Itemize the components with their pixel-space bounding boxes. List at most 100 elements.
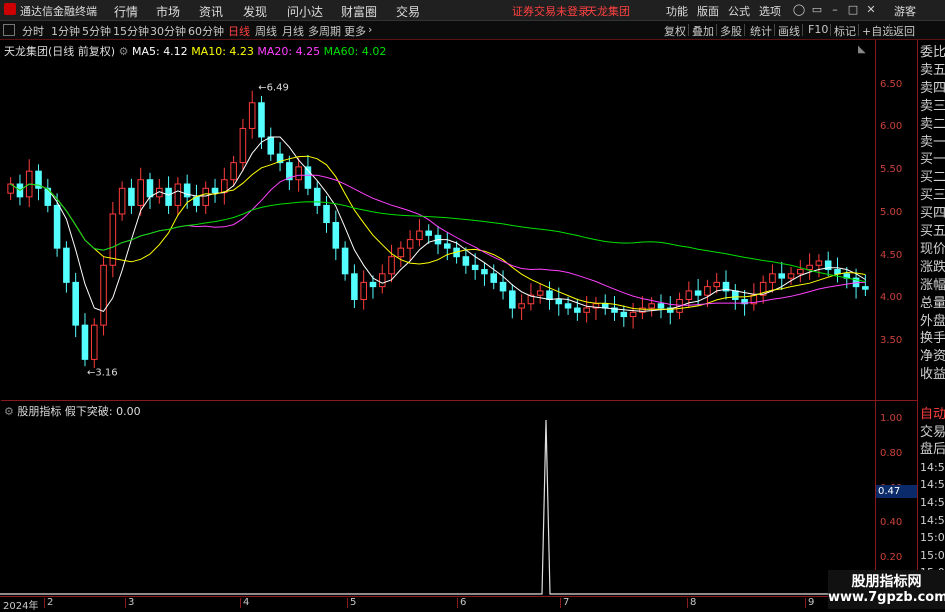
theme-icon[interactable]: ◯ (792, 3, 806, 17)
period-15min[interactable]: 15分钟 (113, 23, 149, 39)
chevron-right-icon[interactable]: › (368, 23, 372, 36)
minimize-icon[interactable]: – (828, 3, 842, 17)
menu-trade[interactable]: 交易 (396, 3, 420, 20)
candle-body (564, 303, 572, 309)
trade-time: 14:57 (920, 513, 945, 527)
candle-body (165, 187, 172, 206)
candle-body (137, 179, 144, 206)
period-30min[interactable]: 30分钟 (150, 23, 186, 39)
menu-market[interactable]: 市场 (156, 3, 180, 20)
period-5min[interactable]: 5分钟 (82, 23, 111, 39)
menu-wealth[interactable]: 财富圈 (341, 3, 377, 20)
quote-field-label: 买五 (920, 224, 945, 239)
quote-field-label: 涨幅 (920, 277, 945, 293)
period-daily[interactable]: 日线 (228, 23, 250, 39)
price-tick: 5.00 (880, 206, 903, 218)
candle-body (797, 269, 804, 275)
title-bar: 通达信金融终端 行情 市场 资讯 发现 问小达 财富圈 交易 证券交易未登录 天… (0, 0, 945, 21)
price-axis: 6.506.005.505.004.504.003.501.000.800.60… (1, 40, 918, 596)
period-60min[interactable]: 60分钟 (188, 23, 224, 39)
price-tick: 4.50 (880, 249, 903, 261)
quote-side-panel: 委比 卖五 卖四 卖三 卖二 卖一 买一 买二 买三 买四 买五 现价 涨跌 涨幅 总量 外盘 换手 净资 收益 自动… (917, 40, 945, 609)
trade-time: 14:57 (920, 496, 945, 509)
candle-body (174, 183, 182, 206)
candle-body (369, 281, 377, 288)
period-multi[interactable]: 多周期 (308, 23, 341, 39)
maximize-icon[interactable]: □ (846, 3, 860, 17)
trade-panel-label: 交易 (920, 424, 945, 440)
trade-panel-label: 盘后 (920, 442, 945, 458)
trade-panel-label[interactable]: 自动 (920, 406, 945, 424)
date-tick: 9 (808, 597, 815, 608)
candlestick-chart[interactable]: ←6.49 ←3.16 (0, 40, 875, 400)
divider (889, 24, 890, 36)
period-1min[interactable]: 1分钟 (51, 23, 80, 39)
tool-mark[interactable]: 标记 (834, 23, 856, 39)
tool-overlay[interactable]: 叠加 (692, 23, 714, 39)
candle-body (63, 247, 70, 283)
menu-formula[interactable]: 公式 (728, 3, 750, 19)
price-tick: 4.00 (880, 292, 903, 304)
menu-discover[interactable]: 发现 (243, 3, 267, 20)
restore-icon[interactable]: ▭ (810, 3, 824, 17)
candle-body (267, 136, 275, 155)
date-tick-mark (44, 598, 45, 608)
candle-body (118, 187, 126, 215)
menu-ask[interactable]: 问小达 (287, 3, 323, 20)
candle-body (258, 102, 265, 138)
tool-f10[interactable]: F10 (808, 23, 828, 36)
period-monthly[interactable]: 月线 (282, 23, 304, 39)
date-tick: 5 (350, 597, 357, 608)
date-tick: 7 (563, 597, 570, 608)
quote-field-label: 买一 (920, 152, 945, 168)
menu-options[interactable]: 选项 (759, 3, 781, 19)
watermark-title: 股朋指标网 (851, 574, 922, 590)
period-more[interactable]: 更多 (344, 23, 366, 39)
login-notice[interactable]: 证券交易未登录 (512, 3, 589, 19)
menu-market-quotes[interactable]: 行情 (114, 3, 138, 20)
indicator-chart[interactable] (0, 400, 875, 596)
price-tick: 6.50 (880, 78, 903, 90)
candle-body (90, 324, 98, 360)
menu-layout[interactable]: 版面 (697, 3, 719, 19)
menu-functions[interactable]: 功能 (666, 3, 688, 19)
menu-news[interactable]: 资讯 (199, 3, 223, 20)
tool-adjust[interactable]: 复权 (664, 23, 686, 39)
trade-time: 15:00 (920, 548, 945, 562)
high-price-label: ←6.49 (258, 83, 289, 94)
quote-field-label: 外盘 (920, 313, 945, 329)
candle-body (295, 166, 302, 181)
tool-stats[interactable]: 统计 (750, 23, 772, 39)
period-weekly[interactable]: 周线 (255, 23, 277, 39)
app-logo-icon (4, 3, 16, 15)
quote-field-label: 涨跌 (920, 259, 945, 275)
candle-body (834, 269, 841, 275)
date-tick-mark (805, 598, 806, 608)
candle-body (425, 230, 432, 236)
date-tick: 3 (128, 597, 135, 608)
candle-body (406, 239, 414, 249)
tool-multistock[interactable]: 多股 (720, 23, 742, 39)
indicator-line (0, 419, 875, 595)
indicator-tick: 0.20 (880, 552, 903, 564)
candle-body (351, 273, 358, 300)
tool-back[interactable]: 返回 (893, 23, 915, 39)
candle-body (509, 290, 516, 309)
indicator-tick: 0.40 (880, 517, 903, 529)
indicator-tick: 1.00 (880, 413, 903, 424)
quote-field-label: 卖五 (920, 62, 945, 78)
date-tick: 2 (47, 597, 54, 608)
period-timeshare[interactable]: 分时 (22, 23, 44, 39)
quote-field-label: 收益 (920, 367, 945, 383)
grid-icon[interactable] (3, 24, 15, 36)
candle-body (778, 273, 786, 279)
candle-body (471, 264, 479, 271)
divider (774, 24, 775, 36)
tool-draw[interactable]: 画线 (778, 23, 800, 39)
close-icon[interactable]: ✕ (864, 3, 878, 17)
candle-body (685, 290, 693, 300)
guest-login[interactable]: 游客 (894, 3, 916, 19)
trade-time: 15:00 (920, 531, 945, 545)
cursor-value-badge: 0.47 (876, 485, 918, 498)
date-tick-mark (457, 598, 458, 608)
